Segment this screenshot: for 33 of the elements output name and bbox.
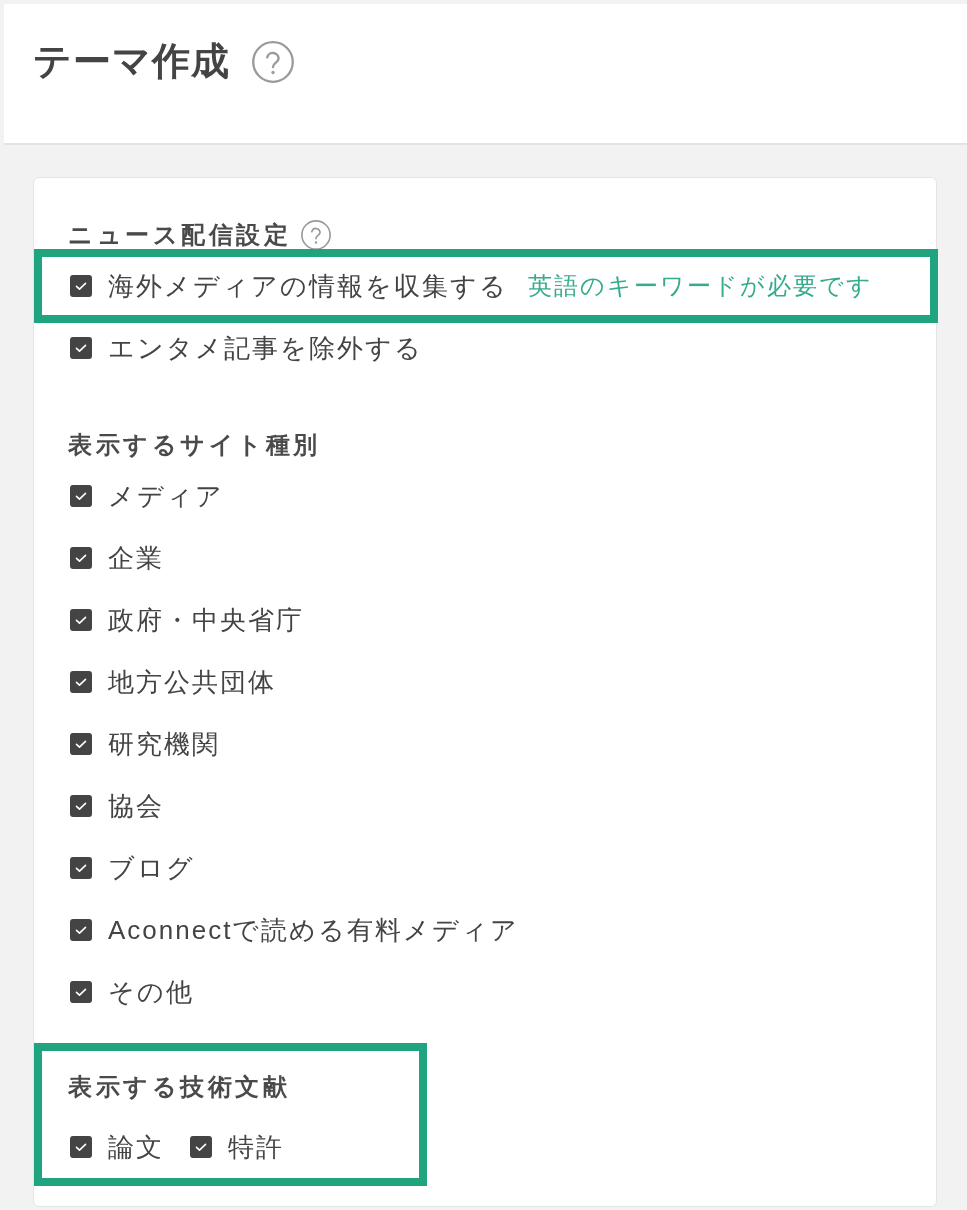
checkbox-label: 研究機関 (108, 727, 220, 761)
checkbox-label: エンタメ記事を除外する (108, 331, 423, 365)
checkbox[interactable] (70, 485, 92, 507)
checkbox-label: ブログ (108, 851, 195, 885)
section-title: ニュース配信設定 (68, 220, 291, 250)
checkbox-label: 政府・中央省庁 (108, 603, 304, 637)
help-icon[interactable] (252, 40, 294, 83)
checkbox-label: Aconnectで読める有料メディア (108, 913, 520, 947)
hint-text: 英語のキーワードが必要です (528, 271, 873, 301)
section-title: 表示するサイト種別 (68, 430, 321, 460)
checkbox[interactable] (70, 609, 92, 631)
checkbox-label: 海外メディアの情報を収集する (108, 269, 508, 303)
checkbox[interactable] (70, 337, 92, 359)
checkbox[interactable] (70, 671, 92, 693)
checkbox[interactable] (70, 1136, 92, 1158)
checkbox-label: 論文 (108, 1130, 164, 1164)
checkbox[interactable] (70, 547, 92, 569)
checkbox-label: 企業 (108, 541, 164, 575)
checkbox-label: 特許 (228, 1130, 284, 1164)
section-title: 表示する技術文献 (68, 1072, 290, 1102)
checkbox[interactable] (190, 1136, 212, 1158)
help-icon[interactable] (301, 220, 331, 250)
page-title: テーマ作成 (33, 39, 230, 84)
checkbox-label: 地方公共団体 (108, 665, 276, 699)
checkbox-label: メディア (108, 479, 224, 513)
checkbox[interactable] (70, 981, 92, 1003)
checkbox-label: 協会 (108, 789, 164, 823)
checkbox[interactable] (70, 733, 92, 755)
checkbox[interactable] (70, 919, 92, 941)
checkbox[interactable] (70, 795, 92, 817)
checkbox-label: その他 (108, 975, 194, 1009)
checkbox[interactable] (70, 857, 92, 879)
checkbox[interactable] (70, 275, 92, 297)
